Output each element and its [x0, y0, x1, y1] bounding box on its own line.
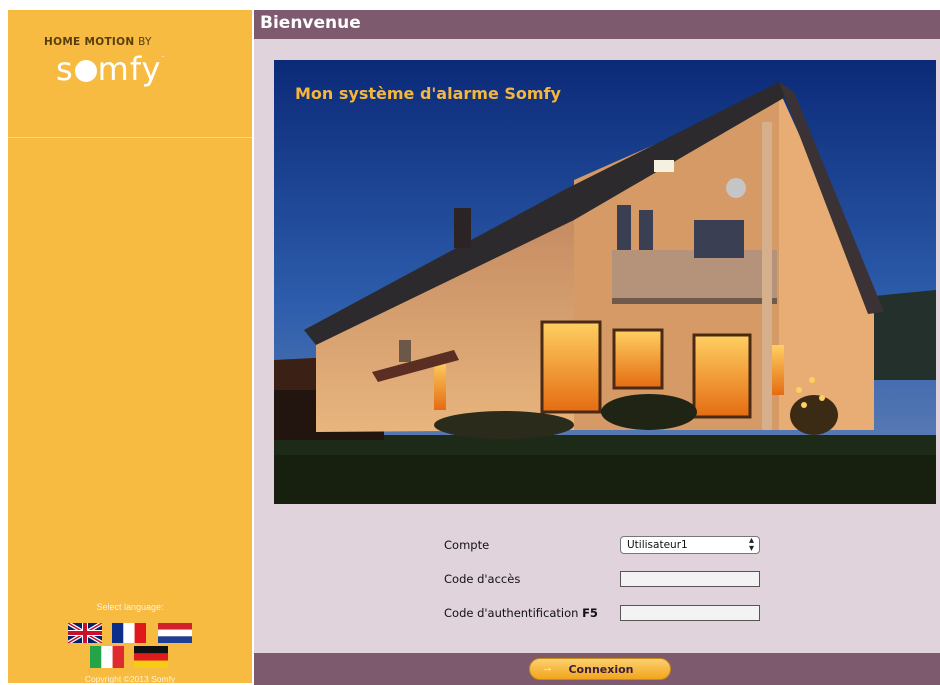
access-code-label: Code d'accès [444, 572, 521, 586]
connect-button-label: Connexion [568, 663, 634, 676]
flag-italy-icon[interactable] [90, 646, 124, 668]
account-select[interactable]: Utilisateur1 ▴ ▾ [620, 536, 760, 554]
logo-wordmark: s mfy. [56, 50, 166, 88]
auth-code-input[interactable] [620, 605, 760, 621]
select-arrows-icon: ▴ ▾ [748, 535, 754, 554]
logo-tagline: HOME MOTION BY [44, 36, 152, 48]
access-code-input[interactable] [620, 571, 760, 587]
header-bar: Bienvenue [254, 10, 940, 39]
account-label: Compte [444, 538, 490, 552]
account-select-value: Utilisateur1 [627, 539, 688, 551]
flag-uk-icon[interactable] [68, 623, 102, 643]
flag-france-icon[interactable] [112, 623, 146, 643]
connect-button[interactable]: → Connexion [529, 658, 671, 680]
hero-title: Mon système d'alarme Somfy [295, 84, 561, 103]
auth-code-label: Code d'authentification F5 [444, 606, 598, 620]
flag-germany-icon[interactable] [134, 646, 168, 668]
auth-code-key: F5 [582, 606, 598, 620]
flag-netherlands-icon[interactable] [158, 623, 192, 643]
language-label: Select language: [96, 602, 164, 612]
house-illustration [274, 60, 936, 504]
page-title: Bienvenue [260, 13, 361, 33]
hero-house-image: Mon système d'alarme Somfy [274, 60, 936, 504]
copyright-text: Copyright ©2013 Somfy [84, 674, 176, 684]
somfy-logo: HOME MOTION BY s mfy. [8, 10, 252, 138]
sidebar: HOME MOTION BY s mfy. Select language: Co… [8, 10, 252, 684]
